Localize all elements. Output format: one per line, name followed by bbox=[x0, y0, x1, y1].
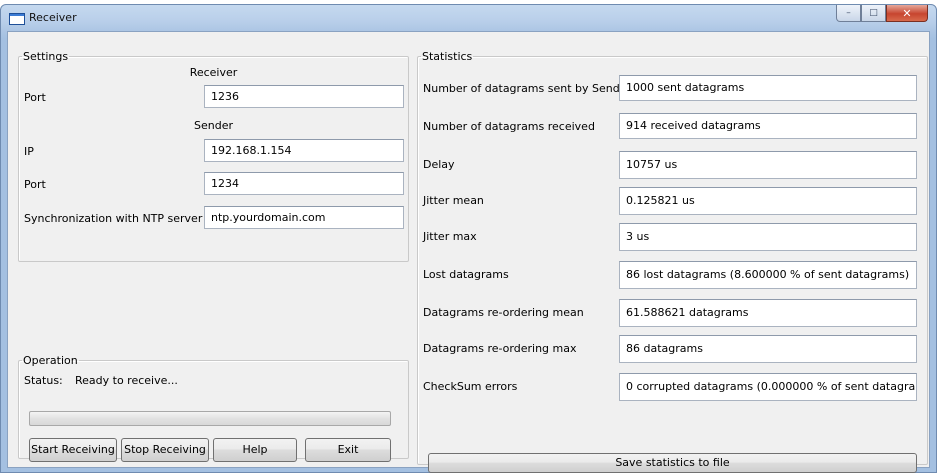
ip-field[interactable]: 192.168.1.154 bbox=[204, 139, 404, 162]
status-value: Ready to receive... bbox=[75, 374, 178, 387]
stat-label: Number of datagrams received bbox=[423, 120, 595, 133]
sender-port-label: Port bbox=[24, 178, 46, 191]
maximize-icon: □ bbox=[869, 8, 878, 18]
stat-value-field[interactable]: 0.125821 us bbox=[619, 187, 917, 215]
sender-port-field[interactable]: 1234 bbox=[204, 172, 404, 195]
operation-group: Operation Status: Ready to receive... St… bbox=[18, 354, 409, 462]
statistics-legend: Statistics bbox=[422, 50, 473, 63]
help-button[interactable]: Help bbox=[213, 438, 297, 462]
title-bar[interactable]: Receiver – □ ✕ bbox=[1, 5, 936, 31]
maximize-button[interactable]: □ bbox=[861, 5, 886, 22]
receiver-port-label: Port bbox=[24, 91, 46, 104]
ntp-label: Synchronization with NTP server bbox=[24, 212, 203, 225]
stat-value-field[interactable]: 61.588621 datagrams bbox=[619, 299, 917, 327]
stat-label: CheckSum errors bbox=[423, 380, 518, 393]
status-label: Status: bbox=[24, 374, 63, 387]
stat-label: Jitter max bbox=[423, 230, 477, 243]
stat-label: Lost datagrams bbox=[423, 268, 509, 281]
stat-value-field[interactable]: 86 lost datagrams (8.600000 % of sent da… bbox=[619, 261, 917, 289]
stat-value-field[interactable]: 10757 us bbox=[619, 151, 917, 179]
statistics-group: Statistics Number of datagrams sent by S… bbox=[417, 50, 928, 473]
stat-value-field[interactable]: 1000 sent datagrams bbox=[619, 75, 917, 101]
client-area: Settings Receiver Port 1236 Sender IP 19… bbox=[7, 31, 930, 473]
close-icon: ✕ bbox=[902, 6, 912, 20]
minimize-icon: – bbox=[846, 8, 851, 18]
receiver-heading: Receiver bbox=[189, 66, 238, 79]
window-title: Receiver bbox=[29, 11, 77, 24]
operation-legend: Operation bbox=[23, 354, 78, 367]
stat-value-field[interactable]: 86 datagrams bbox=[619, 335, 917, 363]
caption-buttons: – □ ✕ bbox=[836, 5, 928, 23]
ip-label: IP bbox=[24, 145, 34, 158]
stat-value-field[interactable]: 3 us bbox=[619, 223, 917, 251]
stat-label: Jitter mean bbox=[423, 194, 484, 207]
receiver-port-field[interactable]: 1236 bbox=[204, 85, 404, 108]
minimize-button[interactable]: – bbox=[836, 5, 861, 22]
exit-button[interactable]: Exit bbox=[305, 438, 391, 462]
stat-label: Datagrams re-ordering max bbox=[423, 342, 577, 355]
receive-progress-bar bbox=[29, 411, 391, 426]
stop-receiving-button[interactable]: Stop Receiving bbox=[121, 438, 209, 462]
settings-legend: Settings bbox=[23, 50, 69, 63]
stat-value-field[interactable]: 914 received datagrams bbox=[619, 113, 917, 139]
start-receiving-button[interactable]: Start Receiving bbox=[29, 438, 117, 462]
ntp-field[interactable]: ntp.yourdomain.com bbox=[204, 206, 404, 229]
close-button[interactable]: ✕ bbox=[886, 5, 928, 22]
stat-label: Number of datagrams sent by Sender bbox=[423, 82, 632, 95]
receiver-window: Receiver – □ ✕ Settings Receiver Port 12… bbox=[0, 4, 937, 473]
app-window-icon bbox=[9, 13, 25, 25]
stat-label: Datagrams re-ordering mean bbox=[423, 306, 584, 319]
sender-heading: Sender bbox=[194, 119, 233, 132]
save-statistics-button[interactable]: Save statistics to file bbox=[428, 453, 917, 473]
stat-value-field[interactable]: 0 corrupted datagrams (0.000000 % of sen… bbox=[619, 373, 917, 401]
settings-group: Settings Receiver Port 1236 Sender IP 19… bbox=[18, 50, 409, 262]
stat-label: Delay bbox=[423, 158, 455, 171]
